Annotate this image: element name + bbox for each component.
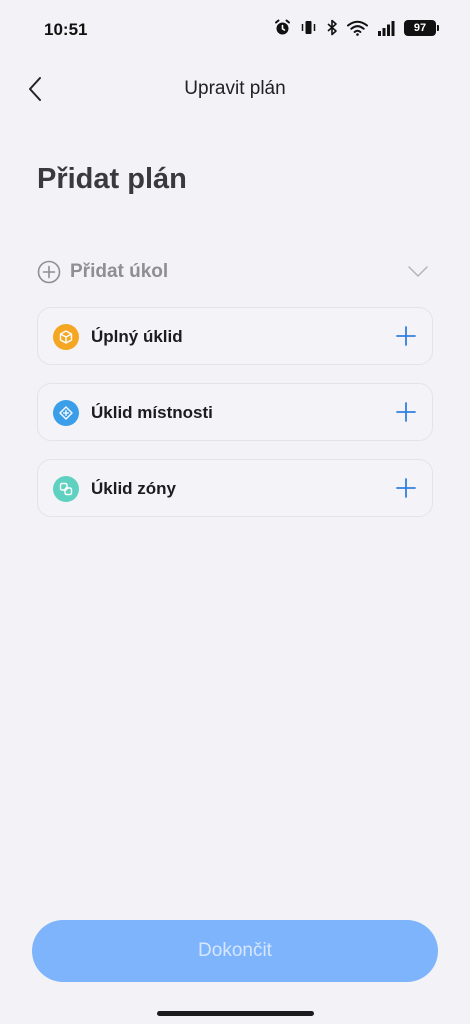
header: Upravit plán [0,64,470,116]
plus-icon[interactable] [395,325,417,347]
home-indicator [157,1011,314,1016]
add-task-row[interactable]: Přidat úkol [37,256,433,290]
task-label: Úklid místnosti [91,403,213,422]
room-icon [53,400,79,426]
task-list: Úplný úklid Úklid místnosti Úklid zóny [37,307,433,535]
wifi-icon [347,20,368,36]
bluetooth-icon [326,19,338,36]
plus-icon[interactable] [395,477,417,499]
task-label: Úklid zóny [91,479,177,498]
battery-icon: 97 [404,19,439,36]
chevron-down-icon[interactable] [407,263,429,281]
task-item-room-cleaning[interactable]: Úklid místnosti [37,383,433,441]
task-item-zone-cleaning[interactable]: Úklid zóny [37,459,433,517]
done-button[interactable]: Dokončit [32,920,438,982]
plus-circle-icon [37,260,61,284]
page-title: Přidat plán [37,163,187,195]
status-time: 10:51 [44,20,88,39]
plus-icon[interactable] [395,401,417,423]
status-bar: 10:51 97 [0,0,470,60]
task-label: Úplný úklid [91,327,183,346]
alarm-icon [274,19,291,36]
status-icons: 97 [274,19,439,36]
add-task-label: Přidat úkol [70,261,169,282]
vibrate-icon [300,19,317,36]
task-item-full-cleaning[interactable]: Úplný úklid [37,307,433,365]
zone-icon [53,476,79,502]
header-title: Upravit plán [184,78,286,99]
cube-icon [53,324,79,350]
signal-icon [377,20,395,36]
